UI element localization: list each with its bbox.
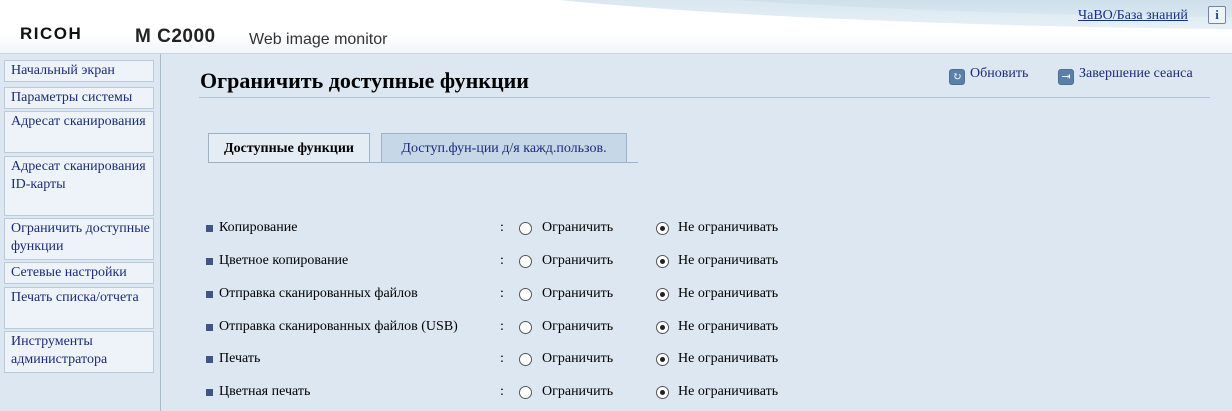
sidebar-item-scan-destination[interactable]: Адресат сканирования bbox=[4, 111, 154, 153]
header-divider bbox=[0, 53, 1232, 54]
bullet-icon bbox=[206, 324, 213, 331]
page-title: Ограничить доступные функции bbox=[200, 68, 529, 93]
restrict-label[interactable]: Ограничить bbox=[542, 253, 613, 269]
restrict-radio[interactable] bbox=[519, 353, 532, 366]
restrict-label[interactable]: Ограничить bbox=[542, 351, 613, 367]
function-label: Цветное копирование bbox=[219, 253, 349, 268]
no-restrict-label[interactable]: Не ограничивать bbox=[678, 220, 778, 236]
no-restrict-radio[interactable] bbox=[656, 222, 669, 235]
no-restrict-radio[interactable] bbox=[656, 321, 669, 334]
bullet-icon bbox=[206, 258, 213, 265]
sidebar-item-system-settings[interactable]: Параметры системы bbox=[4, 87, 154, 109]
bullet-icon bbox=[206, 291, 213, 298]
no-restrict-radio[interactable] bbox=[656, 288, 669, 301]
function-row-send-scans-usb: Отправка сканированных файлов (USB) : Ог… bbox=[0, 318, 900, 338]
bullet-icon bbox=[206, 389, 213, 396]
function-row-copy: Копирование : Ограничить Не ограничивать bbox=[0, 219, 900, 239]
no-restrict-label[interactable]: Не ограничивать bbox=[678, 253, 778, 269]
brand-logo: RICOH bbox=[20, 24, 83, 43]
tab-per-user-functions[interactable]: Доступ.фун-ции д/я кажд.пользов. bbox=[381, 133, 627, 162]
sidebar-item-id-card-scan-destination[interactable]: Адресат сканирования ID-карты bbox=[4, 156, 154, 216]
restrict-radio[interactable] bbox=[519, 321, 532, 334]
no-restrict-label[interactable]: Не ограничивать bbox=[678, 286, 778, 302]
logout-label: Завершение сеанса bbox=[1079, 66, 1193, 81]
restrict-label[interactable]: Ограничить bbox=[542, 286, 613, 302]
no-restrict-label[interactable]: Не ограничивать bbox=[678, 319, 778, 335]
header: RICOH M C2000 Web image monitor ЧаВО/Баз… bbox=[0, 0, 1232, 54]
sidebar-item-home[interactable]: Начальный экран bbox=[4, 60, 154, 82]
restrict-radio[interactable] bbox=[519, 255, 532, 268]
refresh-label: Обновить bbox=[970, 66, 1029, 81]
refresh-button[interactable]: ↻ Обновить bbox=[949, 66, 1028, 85]
faq-link[interactable]: ЧаВО/База знаний bbox=[1078, 8, 1188, 24]
function-label: Печать bbox=[219, 351, 261, 366]
no-restrict-radio[interactable] bbox=[656, 386, 669, 399]
restrict-radio[interactable] bbox=[519, 288, 532, 301]
function-row-color-print: Цветная печать : Ограничить Не ограничив… bbox=[0, 383, 900, 403]
separator: : bbox=[500, 253, 504, 268]
separator: : bbox=[500, 319, 504, 334]
no-restrict-radio[interactable] bbox=[656, 353, 669, 366]
restrict-radio[interactable] bbox=[519, 386, 532, 399]
no-restrict-label[interactable]: Не ограничивать bbox=[678, 384, 778, 400]
refresh-icon: ↻ bbox=[949, 69, 965, 85]
bullet-icon bbox=[206, 356, 213, 363]
tab-divider bbox=[208, 162, 638, 163]
tab-available-functions[interactable]: Доступные функции bbox=[208, 133, 370, 162]
function-label: Копирование bbox=[219, 220, 298, 235]
bullet-icon bbox=[206, 225, 213, 232]
logout-icon: ⇥ bbox=[1058, 69, 1074, 85]
function-label: Отправка сканированных файлов bbox=[219, 286, 418, 301]
logout-button[interactable]: ⇥ Завершение сеанса bbox=[1058, 66, 1193, 85]
separator: : bbox=[500, 384, 504, 399]
function-row-send-scans: Отправка сканированных файлов : Ограничи… bbox=[0, 285, 900, 305]
function-label: Цветная печать bbox=[219, 384, 311, 399]
restrict-label[interactable]: Ограничить bbox=[542, 220, 613, 236]
separator: : bbox=[500, 220, 504, 235]
restrict-label[interactable]: Ограничить bbox=[542, 384, 613, 400]
restrict-radio[interactable] bbox=[519, 222, 532, 235]
restrict-label[interactable]: Ограничить bbox=[542, 319, 613, 335]
function-row-print: Печать : Ограничить Не ограничивать bbox=[0, 350, 900, 370]
no-restrict-label[interactable]: Не ограничивать bbox=[678, 351, 778, 367]
device-model: M C2000 bbox=[135, 26, 216, 47]
no-restrict-radio[interactable] bbox=[656, 255, 669, 268]
info-icon[interactable]: i bbox=[1208, 6, 1226, 24]
app-name: Web image monitor bbox=[249, 31, 388, 48]
function-label: Отправка сканированных файлов (USB) bbox=[219, 319, 458, 334]
separator: : bbox=[500, 286, 504, 301]
title-divider bbox=[199, 97, 1210, 98]
function-row-color-copy: Цветное копирование : Ограничить Не огра… bbox=[0, 252, 900, 272]
separator: : bbox=[500, 351, 504, 366]
